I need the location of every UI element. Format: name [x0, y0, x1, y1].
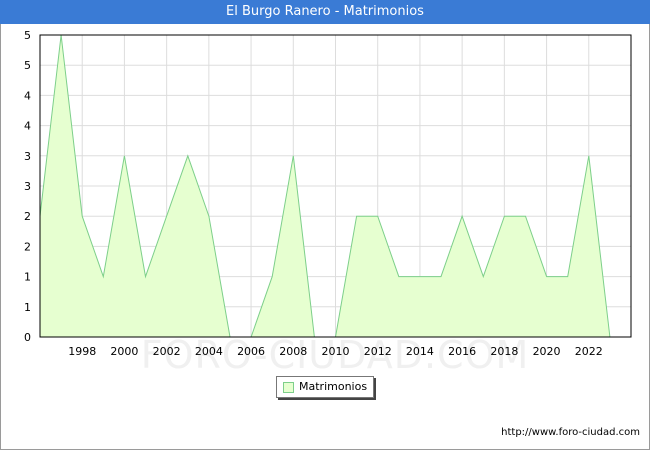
y-tick-label: 4 [24, 120, 31, 133]
legend-swatch [283, 382, 294, 393]
y-tick-label: 2 [24, 210, 31, 223]
y-tick-label: 1 [24, 271, 31, 284]
legend-label: Matrimonios [299, 380, 368, 393]
x-tick-label: 2006 [237, 345, 265, 358]
x-tick-label: 2014 [406, 345, 434, 358]
x-tick-label: 2022 [575, 345, 603, 358]
x-tick-label: 2004 [195, 345, 223, 358]
x-tick-label: 2000 [110, 345, 138, 358]
footer-url[interactable]: http://www.foro-ciudad.com [501, 427, 640, 438]
x-tick-label: 2008 [279, 345, 307, 358]
x-tick-label: 2012 [364, 345, 392, 358]
x-tick-label: 2010 [322, 345, 350, 358]
y-tick-label: 5 [24, 59, 31, 72]
y-tick-label: 0 [24, 331, 31, 344]
x-tick-label: 1998 [68, 345, 96, 358]
y-tick-label: 4 [24, 89, 31, 102]
y-tick-label: 3 [24, 180, 31, 193]
y-tick-label: 5 [24, 29, 31, 42]
x-tick-label: 2018 [490, 345, 518, 358]
y-tick-label: 1 [24, 301, 31, 314]
y-tick-label: 3 [24, 150, 31, 163]
y-tick-label: 2 [24, 240, 31, 253]
x-tick-label: 2016 [448, 345, 476, 358]
x-tick-label: 2002 [153, 345, 181, 358]
x-tick-label: 2020 [533, 345, 561, 358]
legend: Matrimonios [276, 376, 374, 398]
